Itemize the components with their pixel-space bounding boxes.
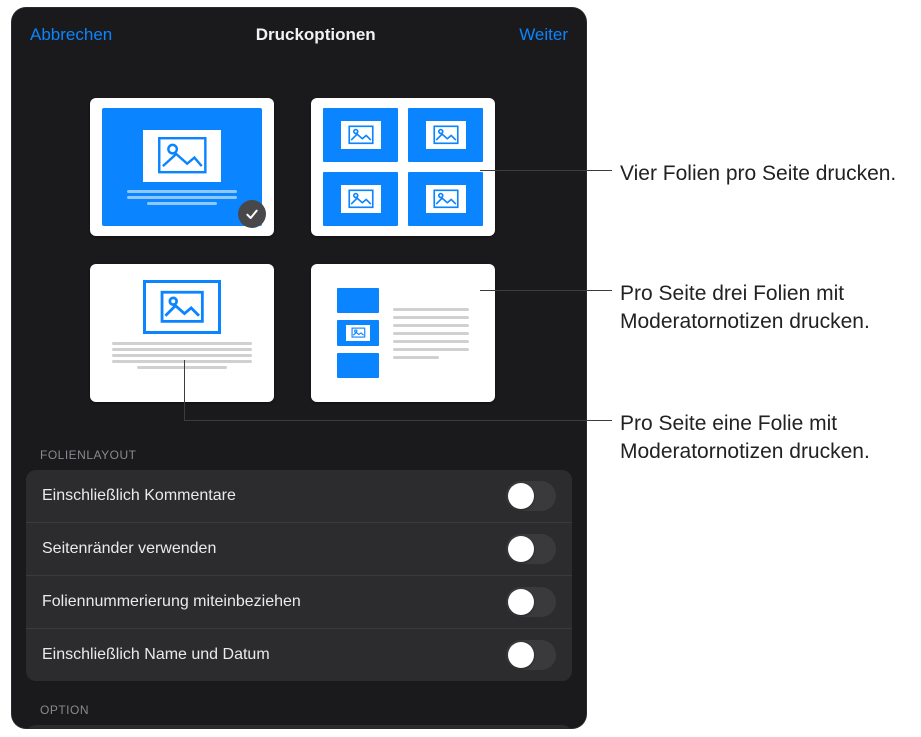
- row-include-name-date: Einschließlich Name und Datum: [26, 628, 572, 681]
- row-include-comments: Einschließlich Kommentare: [26, 470, 572, 522]
- layout-options-grid: [12, 62, 586, 426]
- row-print-backgrounds: Hintergründe drucken: [26, 725, 572, 728]
- next-button[interactable]: Weiter: [519, 25, 568, 45]
- selected-check-icon: [238, 200, 266, 228]
- row-label: Einschließlich Kommentare: [42, 487, 236, 505]
- callout-single-with-notes: Pro Seite eine Folie mit Moderatornotize…: [184, 420, 921, 467]
- panel-title: Druckoptionen: [256, 25, 376, 45]
- callout-text: Vier Folien pro Seite drucken.: [620, 160, 920, 188]
- callout-three-with-notes: Pro Seite drei Folien mit Moderatornotiz…: [480, 280, 920, 337]
- layout-option-three-with-notes[interactable]: [311, 264, 495, 402]
- layout-option-single-slide[interactable]: [90, 98, 274, 236]
- panel-header: Abbrechen Druckoptionen Weiter: [12, 8, 586, 62]
- switch-use-margins[interactable]: [506, 534, 556, 564]
- switch-include-comments[interactable]: [506, 481, 556, 511]
- row-use-margins: Seitenränder verwenden: [26, 522, 572, 575]
- callout-text: Pro Seite eine Folie mit Moderatornotize…: [620, 410, 920, 467]
- row-include-numbering: Foliennummerierung miteinbeziehen: [26, 575, 572, 628]
- folienlayout-list: Einschließlich Kommentare Seitenränder v…: [26, 470, 572, 681]
- print-options-panel: Abbrechen Druckoptionen Weiter: [12, 8, 586, 728]
- row-label: Seitenränder verwenden: [42, 540, 216, 558]
- layout-option-single-with-notes[interactable]: [90, 264, 274, 402]
- layout-option-four-slides[interactable]: [311, 98, 495, 236]
- switch-include-numbering[interactable]: [506, 587, 556, 617]
- cancel-button[interactable]: Abbrechen: [30, 25, 112, 45]
- option-list: Hintergründe drucken: [26, 725, 572, 728]
- row-label: Foliennummerierung miteinbeziehen: [42, 593, 301, 611]
- row-label: Einschließlich Name und Datum: [42, 646, 270, 664]
- switch-include-name-date[interactable]: [506, 640, 556, 670]
- callout-text: Pro Seite drei Folien mit Moderatornotiz…: [620, 280, 920, 337]
- callout-four-slides: Vier Folien pro Seite drucken.: [480, 160, 920, 188]
- section-label-option: OPTION: [12, 681, 586, 725]
